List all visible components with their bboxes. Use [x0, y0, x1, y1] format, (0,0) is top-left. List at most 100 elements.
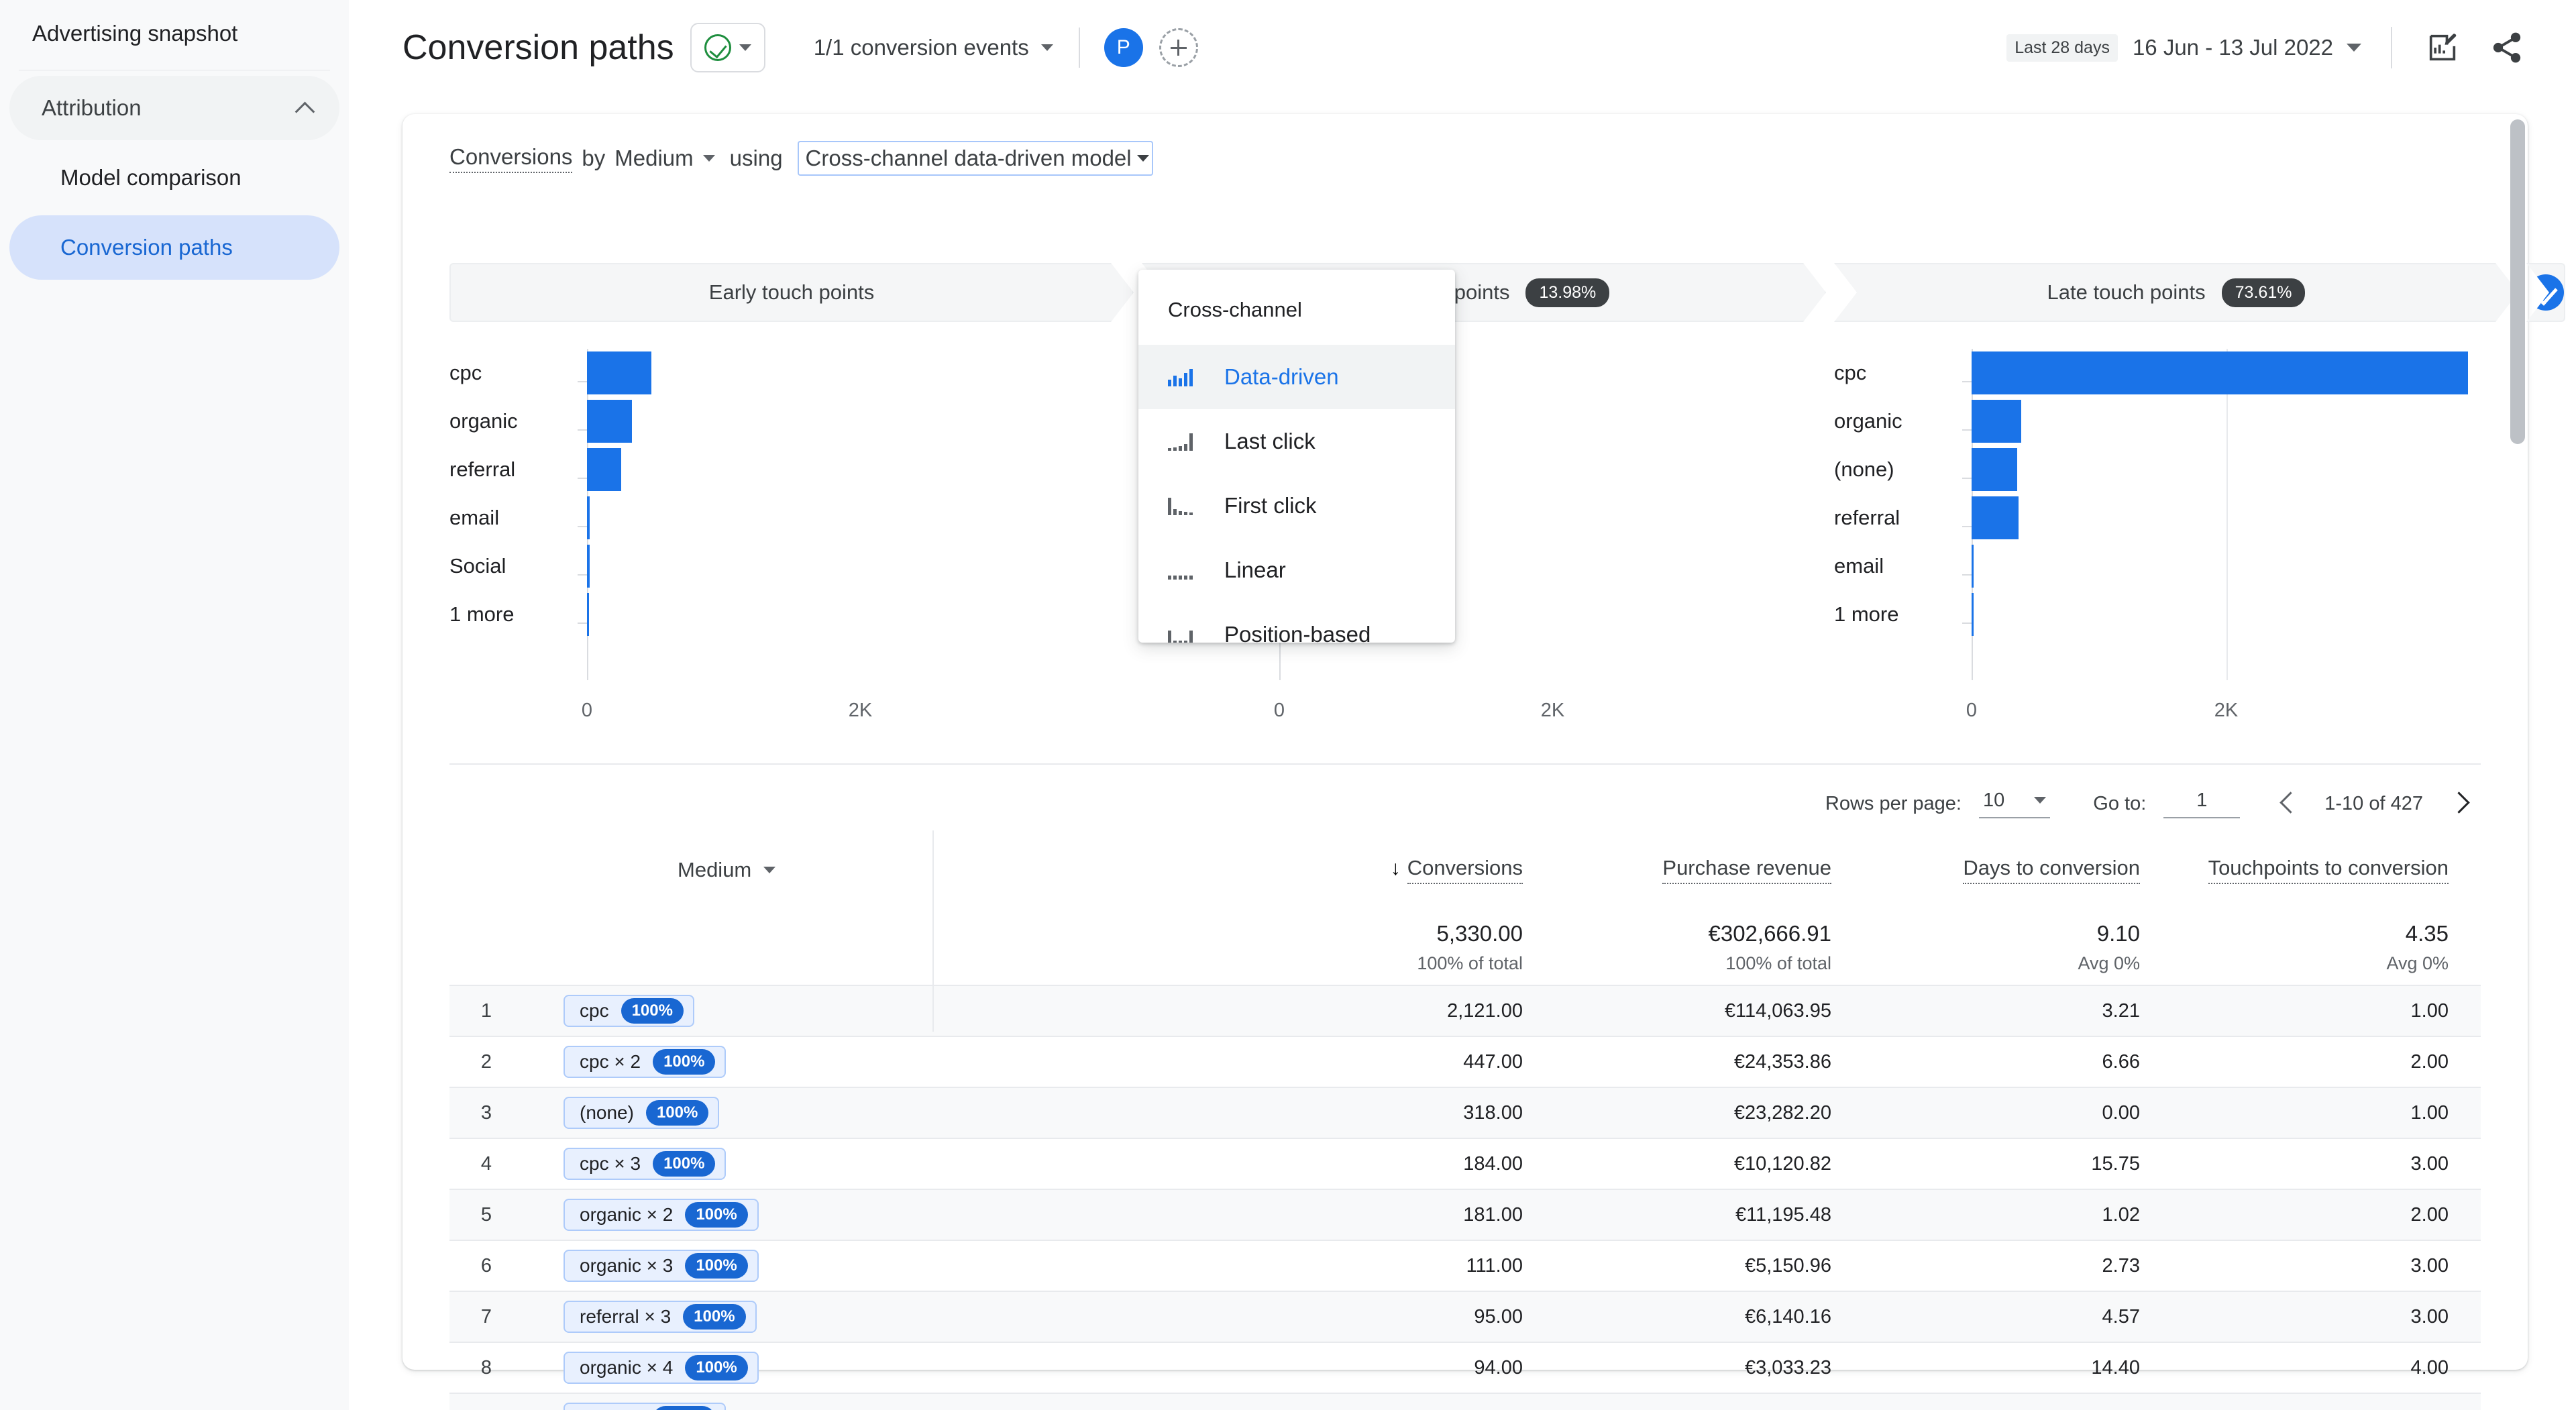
rows-per-page-select[interactable]: 10: [1979, 790, 2051, 818]
table-row[interactable]: 3 (none) 100% 318.00 €23,282.20 0.00 1.00: [449, 1088, 2481, 1138]
sidebar-group-attribution[interactable]: Attribution: [9, 76, 339, 140]
chart-x-tick-label: 0: [581, 700, 593, 721]
sidebar-item-model-comparison[interactable]: Model comparison: [9, 146, 339, 210]
attribution-model-selector[interactable]: Cross-channel data-driven model: [797, 141, 1153, 176]
header-divider: [1078, 28, 1080, 68]
table-top-divider: [449, 763, 2481, 765]
path-chip[interactable]: cpc × 2 100%: [564, 1046, 727, 1078]
row-purchase-revenue: €24,353.86: [1733, 1050, 1831, 1073]
row-touchpoints-to-conversion: 2.00: [2410, 1050, 2449, 1073]
sidebar-group-label: Attribution: [42, 95, 142, 120]
path-chip-label: (none): [580, 1102, 634, 1123]
dimension-header-selector[interactable]: Medium: [564, 858, 776, 882]
insights-edit-icon[interactable]: [2422, 27, 2463, 68]
chart-category-row: email: [449, 494, 1134, 542]
table-row[interactable]: 7 referral × 3 100% 95.00 €6,140.16 4.57 3.00: [449, 1292, 2481, 1342]
attribution-model-menu[interactable]: Cross-channel Data-driven Last click First…: [1138, 270, 1455, 643]
add-circle-icon[interactable]: [1159, 28, 1198, 67]
chart-bar[interactable]: [1972, 545, 1974, 588]
path-chip-percent: 100%: [683, 1304, 746, 1330]
header-touchpoints-to-conversion[interactable]: Touchpoints to conversion: [2172, 856, 2481, 884]
chart-axis-tick: [1962, 381, 1972, 382]
chevron-down-icon[interactable]: [702, 155, 715, 162]
header-label: Purchase revenue: [1662, 856, 1831, 884]
conversion-events-selector[interactable]: 1/1 conversion events: [814, 35, 1053, 60]
table-row[interactable]: 1 cpc 100% 2,121.00 €114,063.95 3.21 1.00: [449, 986, 2481, 1036]
path-chip[interactable]: referral × 3 100%: [564, 1301, 757, 1333]
menu-item-label: Data-driven: [1224, 364, 1339, 389]
header-conversions[interactable]: ↓ Conversions: [1246, 856, 1555, 884]
chevron-right-icon[interactable]: [2442, 785, 2478, 822]
chart-bar[interactable]: [587, 448, 621, 491]
chart-bar[interactable]: [1972, 448, 2018, 491]
date-preset-chip[interactable]: Last 28 days: [2006, 34, 2118, 62]
path-chip[interactable]: cpc × 3 100%: [564, 1148, 727, 1180]
chart-bar[interactable]: [587, 496, 590, 539]
path-chip[interactable]: organic × 3 100%: [564, 1250, 759, 1282]
date-range-label[interactable]: 16 Jun - 13 Jul 2022: [2133, 35, 2333, 60]
breadcrumb: Conversions by Medium using Cross-channe…: [449, 141, 1153, 176]
path-chip[interactable]: (none) 100%: [564, 1097, 720, 1129]
menu-item-position-based[interactable]: Position-based: [1138, 602, 1455, 643]
path-chip[interactable]: organic × 2 100%: [564, 1199, 759, 1231]
total-subtext: Avg 0%: [2078, 953, 2140, 973]
path-chip[interactable]: cpc 100%: [564, 995, 694, 1027]
path-chip[interactable]: organic × 4 100%: [564, 1352, 759, 1384]
bar-chart-last-click-icon: [1168, 432, 1197, 451]
chart-bar[interactable]: [1972, 593, 1974, 636]
row-days-to-conversion: 6.66: [2102, 1050, 2140, 1073]
menu-scrollbar[interactable]: [2510, 119, 2525, 444]
table-row[interactable]: 8 organic × 4 100% 94.00 €3,033.23 14.40 4.00: [449, 1343, 2481, 1393]
chart-plot-area: [1972, 397, 2481, 445]
chart-bar[interactable]: [587, 400, 633, 443]
chart-bar[interactable]: [1972, 400, 2021, 443]
table-row[interactable]: 9 cpc × 4100% 79.00€3,895.3017.544.00: [449, 1394, 2481, 1410]
chevron-left-icon[interactable]: [2269, 785, 2306, 822]
chart-bar[interactable]: [1972, 496, 2019, 539]
table-row[interactable]: 2 cpc × 2 100% 447.00 €24,353.86 6.66 2.00: [449, 1037, 2481, 1087]
table-row[interactable]: 4 cpc × 3 100% 184.00 €10,120.82 15.75 3.00: [449, 1139, 2481, 1189]
chart-plot-area: [587, 349, 1134, 397]
chevron-down-icon[interactable]: [2347, 44, 2361, 52]
menu-item-last-click[interactable]: Last click: [1138, 409, 1455, 474]
chart-plot-area: [1972, 542, 2481, 590]
chart-plot-area: [587, 397, 1134, 445]
menu-item-first-click[interactable]: First click: [1138, 474, 1455, 538]
path-chip-percent: 100%: [621, 998, 684, 1024]
breadcrumb-metric[interactable]: Conversions: [449, 144, 573, 173]
table-row[interactable]: 6 organic × 3 100% 111.00 €5,150.96 2.73 3.00: [449, 1241, 2481, 1291]
row-index: 7: [480, 1305, 492, 1327]
segment-early-touch-points[interactable]: Early touch points: [449, 263, 1134, 322]
chart-bar[interactable]: [1972, 351, 2469, 394]
chart-bar[interactable]: [587, 545, 590, 588]
menu-item-label: Last click: [1224, 429, 1316, 453]
breadcrumb-dimension[interactable]: Medium: [614, 146, 693, 171]
chart-plot-area: [1972, 445, 2481, 494]
table-row[interactable]: 5 organic × 2 100% 181.00 €11,195.48 1.02 2.00: [449, 1190, 2481, 1240]
path-chip-percent: 100%: [645, 1100, 709, 1126]
share-icon[interactable]: [2486, 27, 2528, 68]
chart-bar[interactable]: [587, 593, 589, 636]
conversion-status-selector[interactable]: [690, 23, 765, 72]
chart-plot-area: [587, 590, 1134, 639]
goto-page-input[interactable]: 1: [2163, 790, 2241, 818]
menu-item-linear[interactable]: Linear: [1138, 538, 1455, 602]
chart-axis-tick: [578, 574, 587, 576]
header-days-to-conversion[interactable]: Days to conversion: [1864, 856, 2172, 884]
chart-bar[interactable]: [587, 351, 651, 394]
chart-category-row: 1 more: [1834, 590, 2481, 639]
header-purchase-revenue[interactable]: Purchase revenue: [1555, 856, 1864, 884]
menu-item-data-driven[interactable]: Data-driven: [1138, 345, 1455, 409]
segment-late-touch-points[interactable]: Late touch points 73.61%: [1834, 263, 2518, 322]
chart-category-row: 1 more: [449, 590, 1134, 639]
path-chip[interactable]: cpc × 4100%: [564, 1403, 727, 1410]
path-chip-percent: 100%: [653, 1151, 716, 1177]
row-days-to-conversion: 3.21: [2102, 999, 2140, 1022]
segment-conversion-end[interactable]: [2526, 263, 2565, 322]
table-column-separator: [932, 830, 934, 1032]
sidebar-item-advertising-snapshot[interactable]: Advertising snapshot: [0, 0, 349, 67]
chevron-up-icon[interactable]: [294, 97, 317, 119]
avatar[interactable]: P: [1104, 28, 1143, 67]
chart-category-label: referral: [1834, 506, 1900, 529]
sidebar-item-conversion-paths[interactable]: Conversion paths: [9, 215, 339, 280]
